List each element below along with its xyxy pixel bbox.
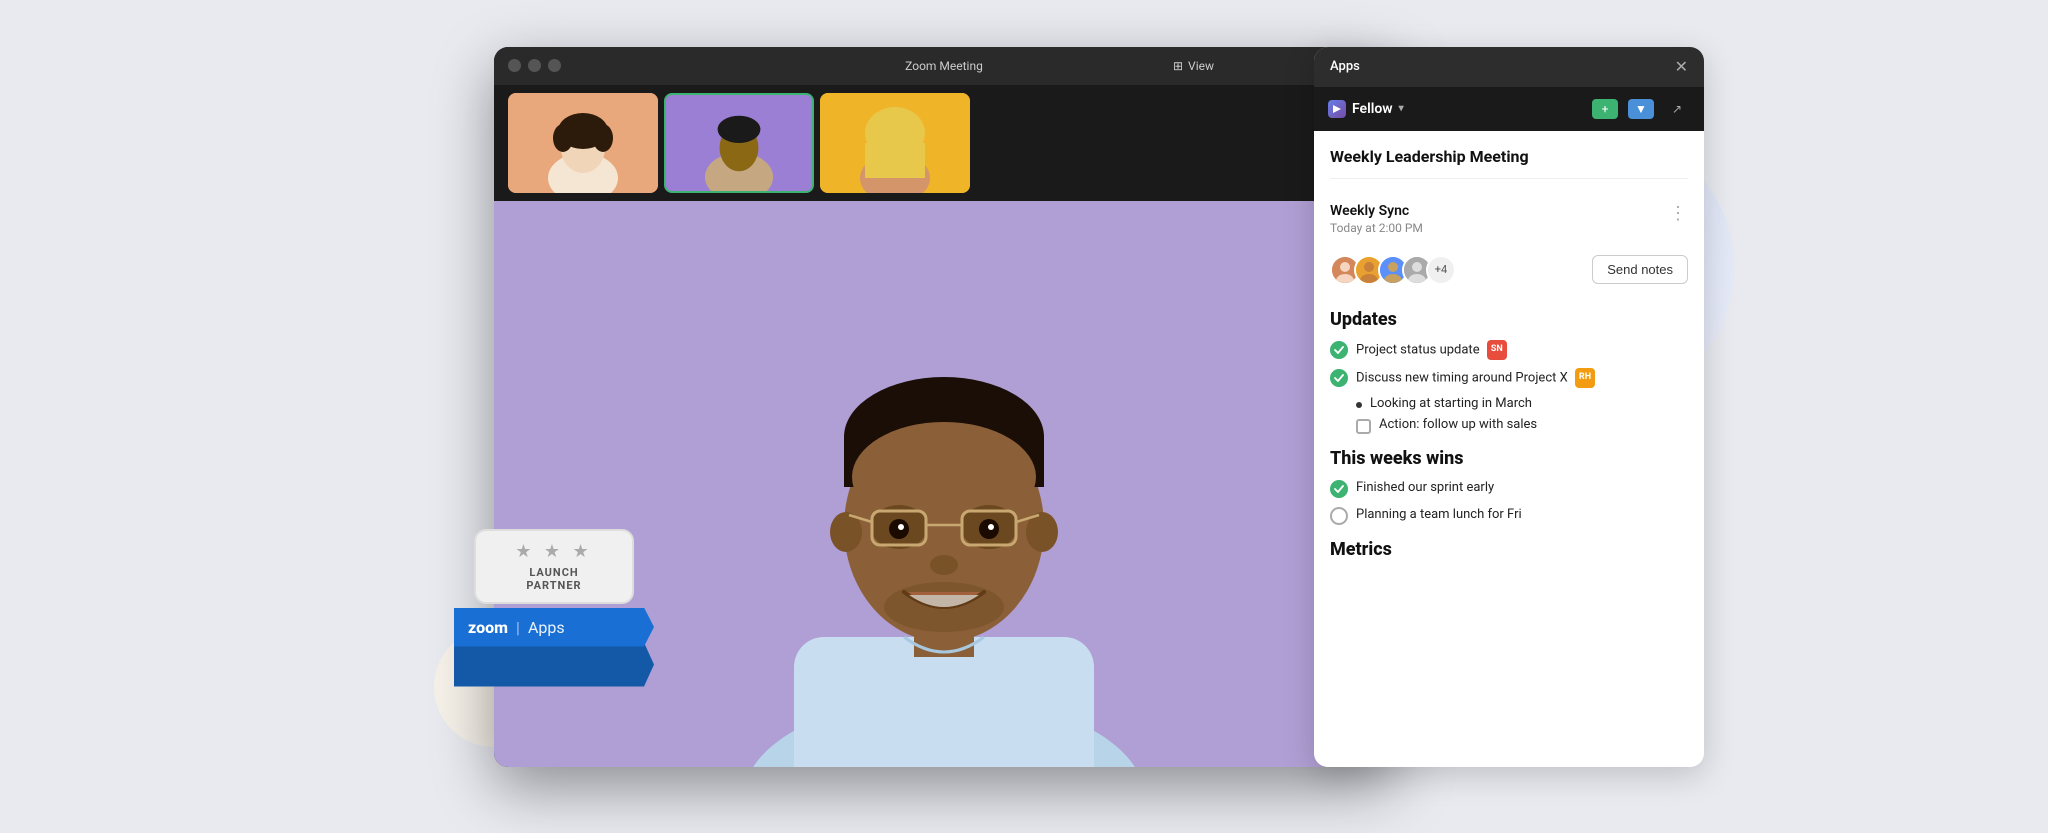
action-item-1: Action: follow up with sales [1330,417,1688,434]
window-close-btn[interactable] [508,59,521,72]
meeting-name: Weekly Sync [1330,203,1688,219]
window-minimize-btn[interactable] [528,59,541,72]
meeting-card: Weekly Sync Today at 2:00 PM ⋮ [1330,193,1688,245]
fellow-filter-btn[interactable]: ▼ [1628,99,1654,119]
avatar-count: +4 [1426,255,1456,285]
checkbox-square-1[interactable] [1356,419,1371,434]
apps-text: Apps [528,618,565,637]
checklist-item-2: Discuss new timing around Project X RH [1330,368,1688,388]
section-wins-title: This weeks wins [1330,448,1688,469]
bullet-item-1: Looking at starting in March [1330,396,1688,411]
badge-ribbon-shadow [454,643,654,687]
fellow-icon [1328,100,1346,118]
badge-top: ★ ★ ★ LAUNCH PARTNER [474,529,634,604]
badge-sn: SN [1487,340,1507,360]
title-bar: Zoom Meeting ⊞ View [494,47,1394,85]
check-icon-1 [1330,341,1348,359]
thumbnail-participant-1[interactable] [508,93,658,193]
badge-launch: LAUNCH [486,566,622,579]
badge-rh: RH [1575,368,1595,388]
badge-partner: PARTNER [486,579,622,592]
thumbnail-participant-2[interactable] [664,93,814,193]
view-button[interactable]: ⊞ View [1173,59,1214,73]
checklist-text-4: Planning a team lunch for Fri [1356,506,1688,524]
fellow-dropdown-icon: ▾ [1399,103,1404,114]
bullet-text-1: Looking at starting in March [1370,396,1532,411]
checklist-text-1: Project status update SN [1356,340,1688,360]
action-text-1: Action: follow up with sales [1379,417,1537,432]
meeting-title: Weekly Leadership Meeting [1330,147,1688,179]
fellow-logo[interactable]: Fellow ▾ [1328,100,1404,118]
fellow-name: Fellow [1352,101,1393,117]
send-notes-button[interactable]: Send notes [1592,255,1688,284]
check-icon-4 [1330,507,1348,525]
window-maximize-btn[interactable] [548,59,561,72]
filter-icon: ▼ [1635,102,1647,116]
avatars-and-send-row: +4 Send notes [1330,245,1688,295]
participant-face-3 [820,93,970,193]
apps-panel-title: Apps [1330,59,1360,74]
window-controls [508,59,561,72]
external-link-icon: ↗ [1672,102,1682,116]
checklist-text-3: Finished our sprint early [1356,479,1688,497]
fellow-external-btn[interactable]: ↗ [1664,99,1690,119]
add-icon: + [1602,102,1609,116]
checklist-item-3: Finished our sprint early [1330,479,1688,498]
thumbnail-participant-3[interactable] [820,93,970,193]
zoom-text: zoom [468,618,508,637]
bullet-dot-1 [1356,402,1362,408]
apps-panel: Apps ✕ Fellow ▾ + ▼ [1314,47,1704,767]
badge-stars: ★ ★ ★ [486,541,622,562]
check-icon-3 [1330,480,1348,498]
meeting-more-button[interactable]: ⋮ [1669,203,1688,224]
zoom-apps-badge: ★ ★ ★ LAUNCH PARTNER zoom | Apps [454,529,654,687]
scene: ★ ★ ★ LAUNCH PARTNER zoom | Apps Zoom Me… [374,27,1674,807]
section-updates-title: Updates [1330,309,1688,330]
window-title: Zoom Meeting [905,59,983,73]
participant-face-1 [508,93,658,193]
panel-content: Weekly Leadership Meeting Weekly Sync To… [1314,131,1704,767]
fellow-actions: + ▼ ↗ [1592,99,1690,119]
apps-close-button[interactable]: ✕ [1675,57,1688,76]
pipe: | [516,618,520,637]
section-metrics-title: Metrics [1330,539,1688,560]
fellow-add-btn[interactable]: + [1592,99,1618,119]
check-icon-2 [1330,369,1348,387]
meeting-time: Today at 2:00 PM [1330,221,1688,235]
thumbnails-row [494,85,1394,201]
checklist-text-2: Discuss new timing around Project X RH [1356,368,1688,388]
participant-face-2 [666,95,812,191]
checklist-item-1: Project status update SN [1330,340,1688,360]
view-icon: ⊞ [1173,59,1183,73]
fellow-bar: Fellow ▾ + ▼ ↗ [1314,87,1704,131]
badge-ribbon: zoom | Apps [454,608,654,647]
apps-header: Apps ✕ [1314,47,1704,87]
view-label: View [1188,59,1214,73]
avatars-row: +4 [1330,255,1456,285]
checklist-item-4: Planning a team lunch for Fri [1330,506,1688,525]
